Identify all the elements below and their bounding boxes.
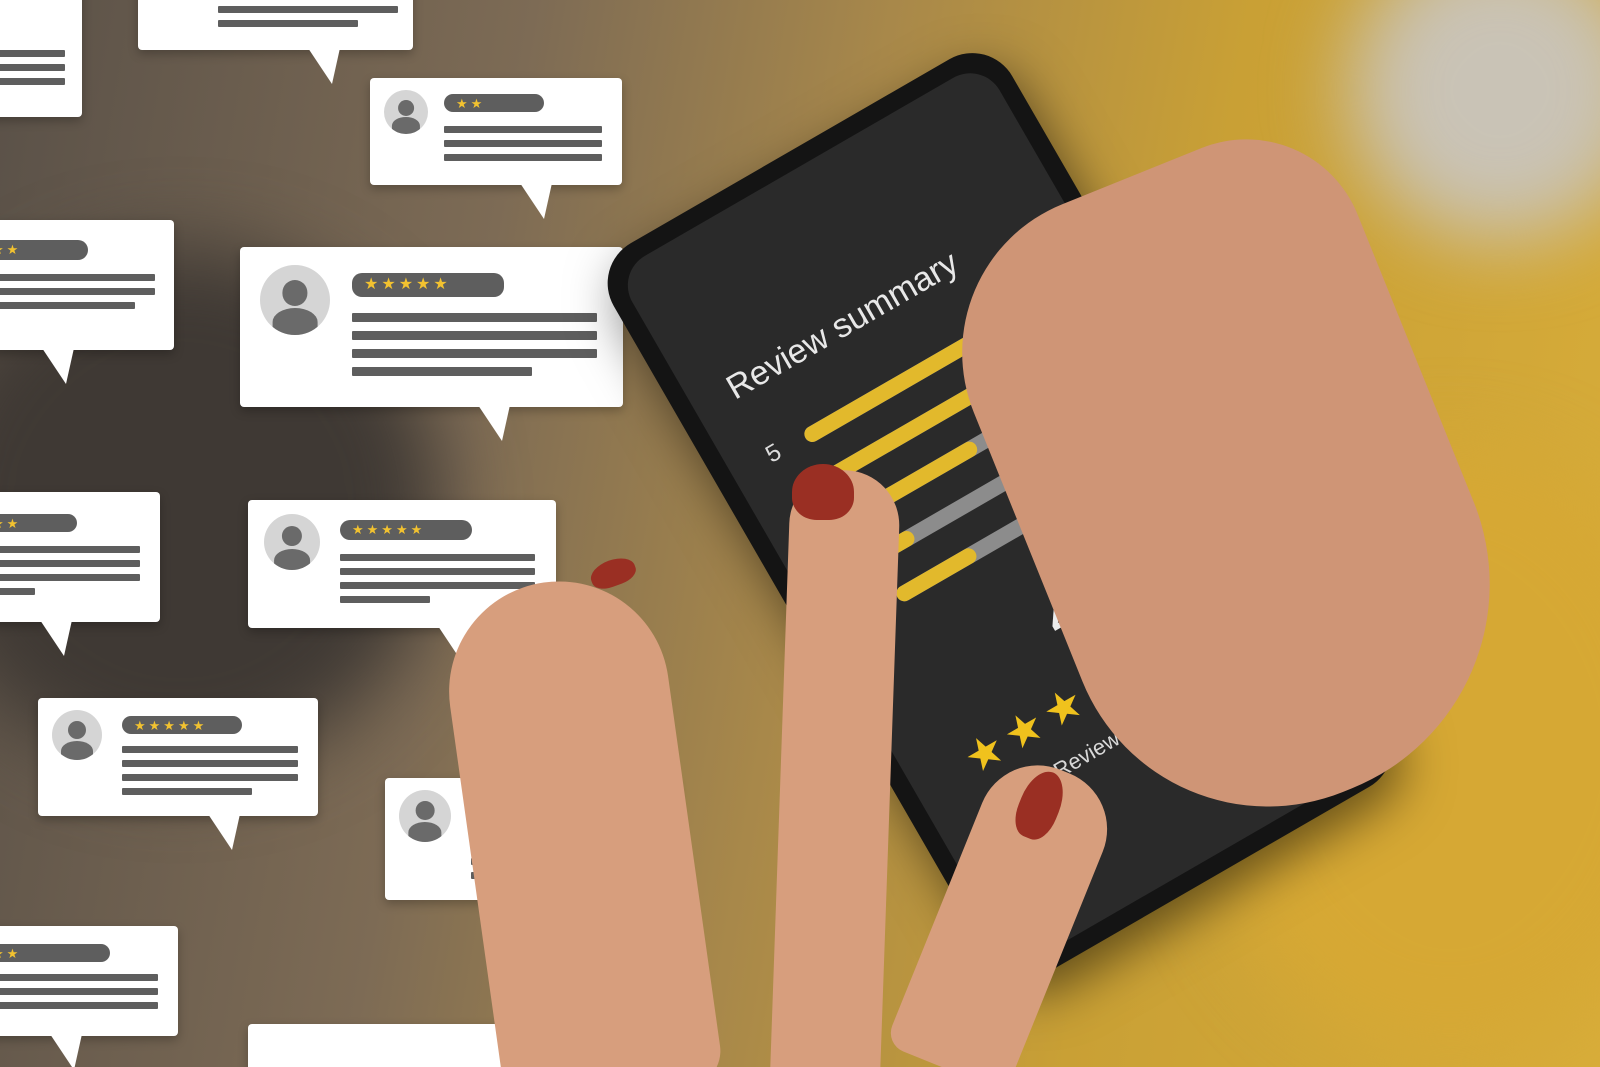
text-line	[122, 774, 298, 781]
text-line	[0, 560, 140, 567]
avatar	[52, 710, 102, 760]
avatar	[260, 265, 330, 335]
text-line	[0, 574, 140, 581]
review-bubble-3: ★★	[370, 78, 622, 219]
text-line	[352, 367, 532, 376]
review-bubble-6: ★★	[0, 492, 160, 656]
left-hand	[434, 567, 726, 1067]
review-bubble-1	[0, 0, 82, 117]
text-line	[0, 78, 65, 85]
text-line	[340, 554, 535, 561]
review-bubble-8: ★★★★★	[38, 698, 318, 850]
photo-scene: ★★ ★ ★ ★★★★ ★ ★★ ★★★ ★★★★★ ★ Review summ…	[0, 0, 1600, 1067]
fingernail	[586, 552, 640, 594]
text-line	[0, 1002, 158, 1009]
rating-bar-fill	[893, 545, 980, 605]
text-line	[352, 331, 597, 340]
text-line	[0, 50, 65, 57]
background-blur-light	[1350, 0, 1600, 240]
text-line	[444, 154, 602, 161]
bubble-tail	[520, 183, 552, 219]
review-bubble-2	[138, 0, 413, 84]
text-line	[122, 746, 298, 753]
text-line	[340, 582, 535, 589]
text-line	[340, 568, 535, 575]
text-line	[0, 988, 158, 995]
star-rating-pill: ★★	[444, 94, 544, 112]
rating-breakdown: 543	[615, 61, 1162, 605]
star-rating-pill: ★★	[0, 240, 88, 260]
text-line	[0, 64, 65, 71]
text-line	[0, 588, 35, 595]
text-line	[122, 788, 252, 795]
bubble-tail	[478, 405, 510, 441]
text-line	[0, 546, 140, 553]
fingernail	[792, 464, 854, 520]
text-line	[218, 6, 398, 13]
avatar	[399, 790, 451, 842]
avatar	[384, 90, 428, 134]
star-rating-pill: ★★★★★	[352, 273, 504, 297]
text-line	[0, 974, 158, 981]
text-line	[352, 313, 597, 322]
text-line	[444, 140, 602, 147]
bubble-tail	[308, 48, 340, 84]
text-line	[218, 20, 358, 27]
review-bubble-10: ★★	[0, 926, 178, 1067]
text-line	[340, 596, 430, 603]
index-finger	[768, 468, 902, 1067]
review-bubble-5: ★★★★★	[240, 247, 623, 441]
bubble-tail	[50, 1034, 82, 1067]
text-line	[0, 274, 155, 281]
rating-row-label: 5	[761, 438, 787, 469]
star-rating-pill: ★★	[0, 514, 77, 532]
bubble-tail	[42, 348, 74, 384]
bubble-tail	[40, 620, 72, 656]
star-rating-pill: ★★★★★	[122, 716, 242, 734]
text-line	[0, 302, 135, 309]
avatar	[264, 514, 320, 570]
review-summary-title: Review summary	[720, 243, 965, 408]
text-line	[0, 288, 155, 295]
text-line	[352, 349, 597, 358]
star-rating-pill: ★★★★★	[340, 520, 472, 540]
bubble-tail	[208, 814, 240, 850]
star-rating-pill: ★★	[0, 944, 110, 962]
text-line	[122, 760, 298, 767]
text-line	[444, 126, 602, 133]
review-bubble-4: ★★	[0, 220, 174, 384]
